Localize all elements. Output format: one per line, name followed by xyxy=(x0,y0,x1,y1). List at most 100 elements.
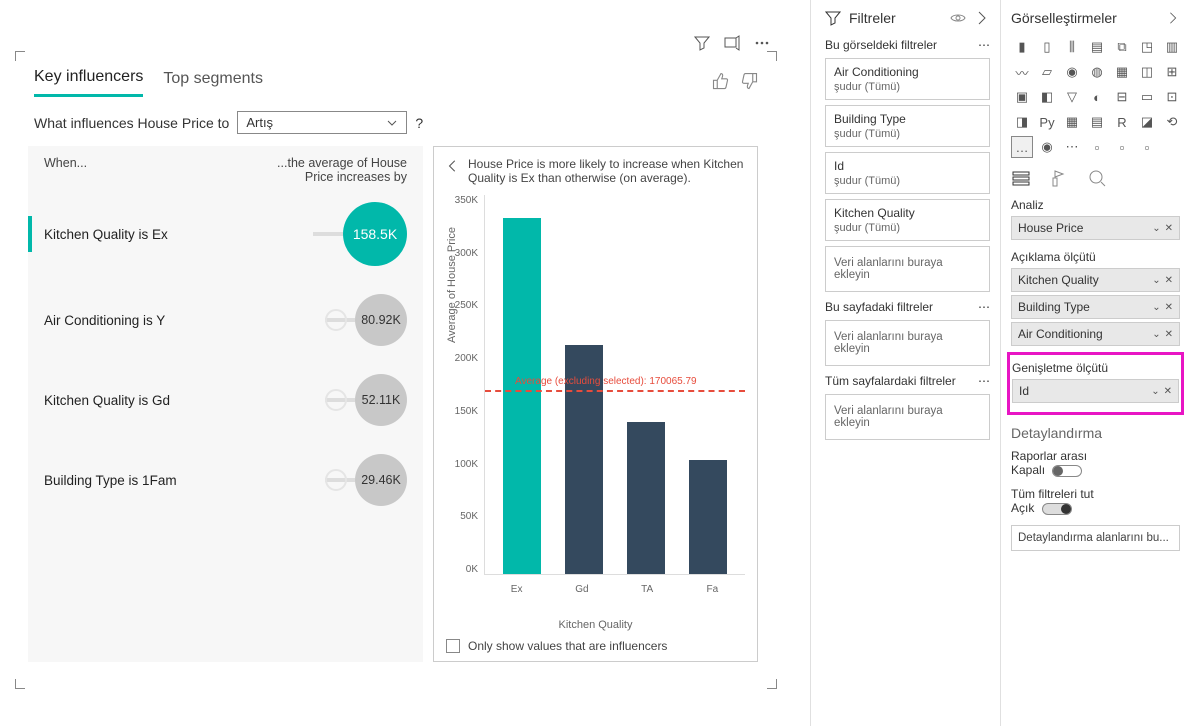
viz-type-icon[interactable]: R xyxy=(1111,111,1133,133)
add-all-pages-filter[interactable]: Veri alanlarını buraya ekleyin xyxy=(825,394,990,440)
explain-section-title: Açıklama ölçütü xyxy=(1011,250,1180,264)
filter-field-name: Air Conditioning xyxy=(834,65,981,79)
influencers-list: When... ...the average of House Price in… xyxy=(28,146,423,662)
viz-type-icon[interactable]: ▭ xyxy=(1136,86,1158,108)
viz-title: Görselleştirmeler xyxy=(1011,10,1117,26)
viz-type-icon[interactable]: ▦ xyxy=(1061,111,1083,133)
viz-type-icon[interactable]: ⟲ xyxy=(1161,111,1183,133)
cross-report-toggle[interactable] xyxy=(1052,465,1082,477)
add-visual-filter[interactable]: Veri alanlarını buraya ekleyin xyxy=(825,246,990,292)
explain-field-well[interactable]: Kitchen Quality⌄✕ xyxy=(1011,268,1180,292)
chevron-down-icon[interactable]: ⌄ xyxy=(1152,223,1160,234)
remove-icon[interactable]: ✕ xyxy=(1164,386,1172,397)
viz-type-icon[interactable]: ◍ xyxy=(1086,61,1108,83)
viz-type-icon[interactable]: ▤ xyxy=(1086,111,1108,133)
viz-type-icon[interactable]: … xyxy=(1011,136,1033,158)
viz-type-icon[interactable]: ◉ xyxy=(1061,61,1083,83)
key-influencers-visual[interactable]: Key influencers Top segments What influe… xyxy=(18,54,774,686)
expand-field-well[interactable]: Id ⌄✕ xyxy=(1012,379,1179,403)
viz-type-icon[interactable]: ▯ xyxy=(1036,36,1058,58)
explain-field-well[interactable]: Building Type⌄✕ xyxy=(1011,295,1180,319)
viz-type-icon[interactable]: ◫ xyxy=(1136,61,1158,83)
off-label: Kapalı xyxy=(1011,463,1045,477)
chevron-down-icon[interactable]: ⌄ xyxy=(1152,329,1160,340)
chart-bar[interactable] xyxy=(689,460,727,574)
viz-type-icon[interactable]: ▱ xyxy=(1036,61,1058,83)
explain-field-well[interactable]: Air Conditioning⌄✕ xyxy=(1011,322,1180,346)
more-icon[interactable]: ⋯ xyxy=(978,38,990,52)
analytics-tab-icon[interactable] xyxy=(1087,168,1107,188)
chevron-right-icon[interactable] xyxy=(1166,11,1180,25)
more-icon[interactable]: ⋯ xyxy=(978,374,990,388)
remove-icon[interactable]: ✕ xyxy=(1165,223,1173,234)
remove-icon[interactable]: ✕ xyxy=(1165,302,1173,313)
viz-type-icon[interactable]: ▤ xyxy=(1086,36,1108,58)
chevron-down-icon[interactable]: ⌄ xyxy=(1152,302,1160,313)
viz-type-icon[interactable]: ◨ xyxy=(1011,111,1033,133)
add-page-filter[interactable]: Veri alanlarını buraya ekleyin xyxy=(825,320,990,366)
viz-type-icon[interactable]: ▮ xyxy=(1011,36,1033,58)
influencer-row[interactable]: Air Conditioning is Y 80.92K xyxy=(44,294,407,346)
viz-type-icon[interactable]: 〰 xyxy=(1011,61,1033,83)
influencer-row[interactable]: Kitchen Quality is Gd 52.11K xyxy=(44,374,407,426)
influencer-value: 52.11K xyxy=(355,374,407,426)
viz-type-icon[interactable]: ⋯ xyxy=(1061,136,1083,158)
chart-bar[interactable] xyxy=(503,218,541,574)
keep-filters-toggle[interactable] xyxy=(1042,503,1072,515)
viz-type-icon[interactable]: ▥ xyxy=(1161,36,1183,58)
format-tab-icon[interactable] xyxy=(1049,168,1069,188)
chevron-right-icon[interactable] xyxy=(974,10,990,26)
viz-type-icon[interactable]: ◳ xyxy=(1136,36,1158,58)
report-canvas: Key influencers Top segments What influe… xyxy=(0,0,810,726)
filter-icon[interactable] xyxy=(694,35,710,51)
viz-type-icon[interactable]: ◉ xyxy=(1036,136,1058,158)
viz-type-icon[interactable]: ◪ xyxy=(1136,111,1158,133)
more-icon[interactable]: ⋯ xyxy=(978,300,990,314)
viz-type-icon[interactable]: ⊡ xyxy=(1161,86,1183,108)
tab-key-influencers[interactable]: Key influencers xyxy=(34,68,143,97)
viz-type-icon[interactable]: ▫ xyxy=(1136,136,1158,158)
remove-icon[interactable]: ✕ xyxy=(1165,329,1173,340)
x-axis-title: Kitchen Quality xyxy=(446,619,745,631)
focus-mode-icon[interactable] xyxy=(724,35,740,51)
viz-type-icon[interactable]: ⫼ xyxy=(1061,36,1083,58)
viz-type-icon[interactable]: ▫ xyxy=(1086,136,1108,158)
chevron-down-icon[interactable]: ⌄ xyxy=(1152,275,1160,286)
more-options-icon[interactable] xyxy=(754,35,770,51)
direction-dropdown[interactable]: Artış xyxy=(237,111,407,134)
chart-bar[interactable] xyxy=(627,422,665,574)
chart-card: House Price is more likely to increase w… xyxy=(433,146,758,662)
viz-type-icon[interactable]: ⊞ xyxy=(1161,61,1183,83)
thumbs-up-icon[interactable] xyxy=(712,72,730,93)
filter-card[interactable]: Building Typeşudur (Tümü) xyxy=(825,105,990,147)
viz-type-icon[interactable]: ⧉ xyxy=(1111,36,1133,58)
chevron-down-icon[interactable]: ⌄ xyxy=(1151,386,1159,397)
remove-icon[interactable]: ✕ xyxy=(1165,275,1173,286)
back-arrow-icon[interactable] xyxy=(446,159,460,173)
tab-top-segments[interactable]: Top segments xyxy=(163,70,263,96)
help-icon[interactable]: ? xyxy=(415,115,423,131)
filter-card[interactable]: Idşudur (Tümü) xyxy=(825,152,990,194)
analyze-field-well[interactable]: House Price ⌄✕ xyxy=(1011,216,1180,240)
viz-type-icon[interactable]: ⊟ xyxy=(1111,86,1133,108)
visual-filters-title: Bu görseldeki filtreler xyxy=(825,38,937,52)
viz-type-icon[interactable]: ◧ xyxy=(1036,86,1058,108)
viz-type-icon[interactable]: ▫ xyxy=(1111,136,1133,158)
filter-card[interactable]: Air Conditioningşudur (Tümü) xyxy=(825,58,990,100)
effect-header: ...the average of House Price increases … xyxy=(247,156,407,184)
fields-tab-icon[interactable] xyxy=(1011,168,1031,188)
analyze-section-title: Analiz xyxy=(1011,198,1180,212)
viz-type-icon[interactable]: ◐ xyxy=(1086,86,1108,108)
filter-card[interactable]: Kitchen Qualityşudur (Tümü) xyxy=(825,199,990,241)
influencer-row[interactable]: Kitchen Quality is Ex 158.5K xyxy=(44,202,407,266)
influencer-value: 80.92K xyxy=(355,294,407,346)
eye-icon[interactable] xyxy=(950,10,966,26)
viz-type-icon[interactable]: ▽ xyxy=(1061,86,1083,108)
viz-type-icon[interactable]: Py xyxy=(1036,111,1058,133)
drill-placeholder[interactable]: Detaylandırma alanlarını bu... xyxy=(1011,525,1180,551)
viz-type-icon[interactable]: ▣ xyxy=(1011,86,1033,108)
thumbs-down-icon[interactable] xyxy=(740,72,758,93)
viz-type-icon[interactable]: ▦ xyxy=(1111,61,1133,83)
influencer-row[interactable]: Building Type is 1Fam 29.46K xyxy=(44,454,407,506)
only-influencers-checkbox[interactable] xyxy=(446,639,460,653)
